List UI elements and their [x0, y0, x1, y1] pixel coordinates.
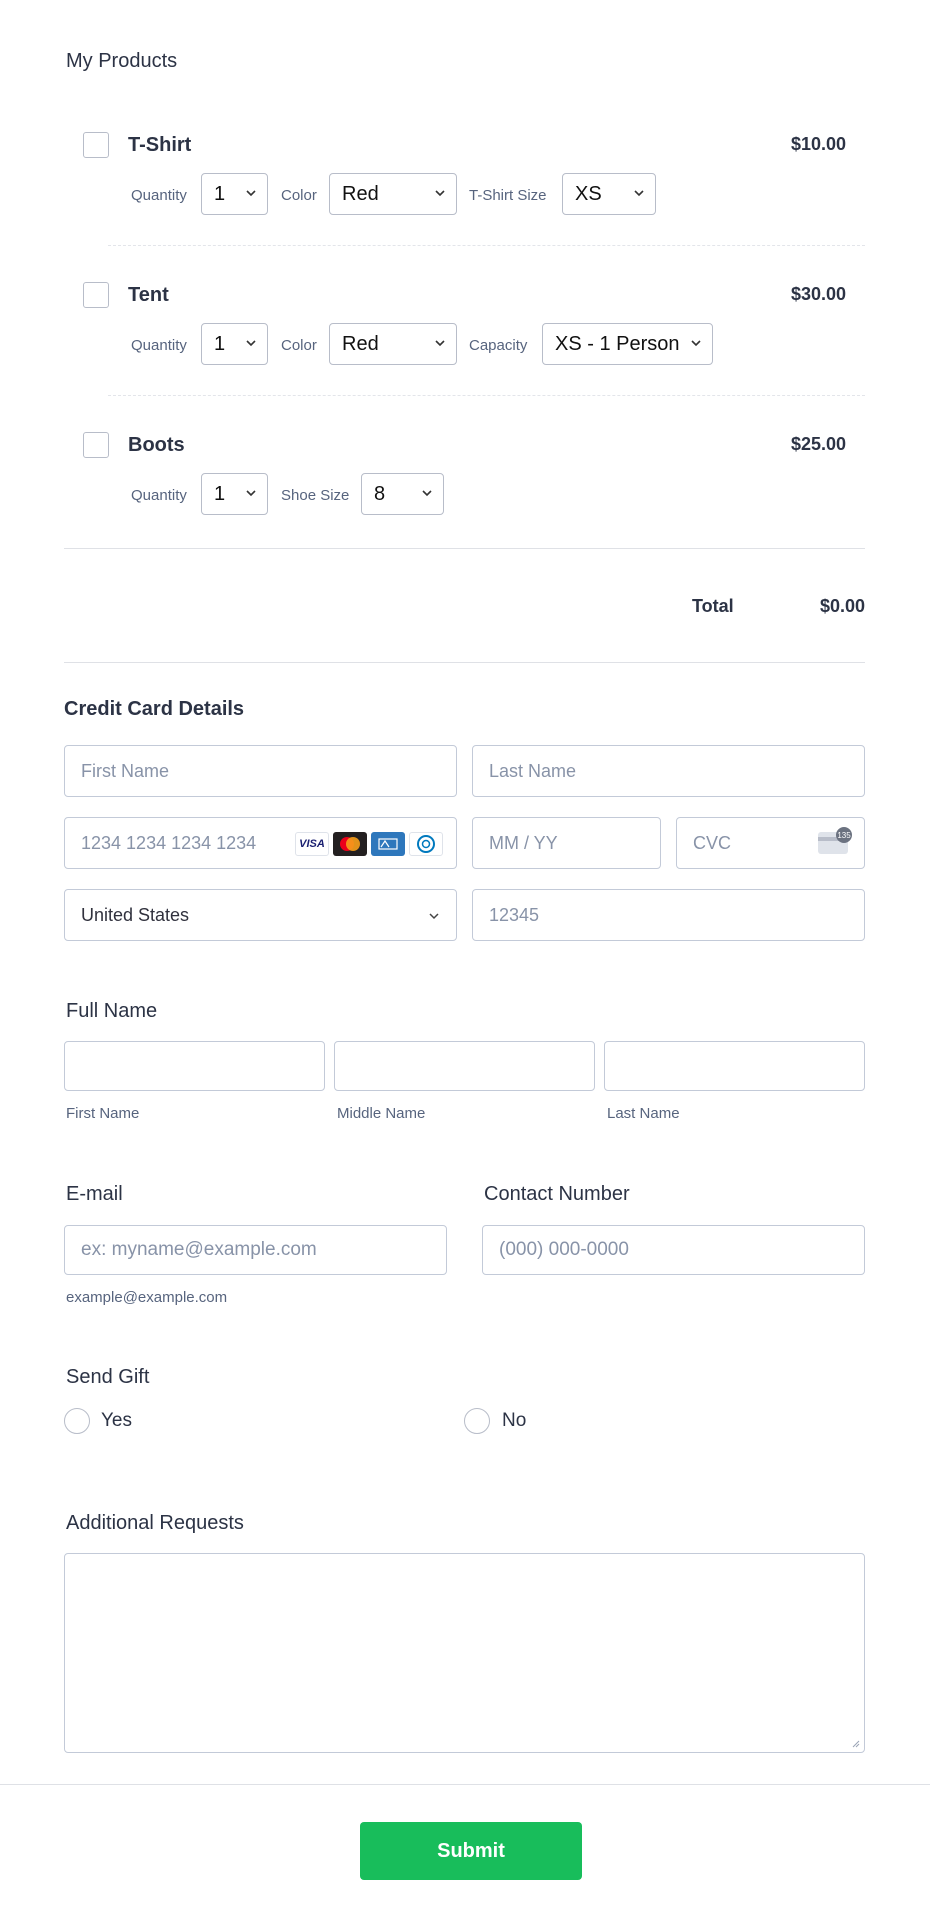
divider	[108, 395, 865, 396]
product-price-tent: $30.00	[790, 284, 846, 304]
divider	[64, 662, 865, 663]
send-gift-label: Send Gift	[66, 1366, 150, 1388]
expiry-input[interactable]: MM / YY	[472, 817, 661, 869]
product-checkbox-boots[interactable]	[83, 432, 109, 458]
radio-yes[interactable]	[64, 1408, 90, 1434]
chevron-down-icon	[435, 190, 445, 197]
additional-requests-textarea[interactable]	[64, 1553, 865, 1753]
footer-divider	[0, 1784, 930, 1785]
product-name-tent: Tent	[128, 284, 169, 306]
option-label: Color	[281, 337, 317, 354]
amex-icon	[371, 832, 405, 856]
select-value: Red	[342, 182, 379, 205]
radio-no[interactable]	[464, 1408, 490, 1434]
quantity-select[interactable]: 1	[201, 473, 268, 515]
product-price-boots: $25.00	[790, 434, 846, 454]
last-name-sublabel: Last Name	[607, 1105, 680, 1122]
total-label: Total	[692, 596, 734, 616]
product-checkbox-tent[interactable]	[83, 282, 109, 308]
select-value: XS	[575, 182, 602, 205]
select-value: 1	[214, 482, 226, 505]
placeholder: CVC	[693, 832, 732, 853]
divider	[108, 245, 865, 246]
chevron-down-icon	[246, 340, 256, 347]
chevron-down-icon	[435, 340, 445, 347]
full-name-label: Full Name	[66, 1000, 158, 1022]
select-value: 8	[374, 482, 386, 505]
option-label: Quantity	[131, 487, 187, 504]
option-label: Capacity	[469, 337, 528, 354]
divider	[64, 548, 865, 549]
placeholder: MM / YY	[489, 832, 558, 853]
quantity-select[interactable]: 1	[201, 323, 268, 365]
chevron-down-icon	[691, 340, 701, 347]
option-label: Quantity	[131, 187, 187, 204]
select-value: 1	[214, 332, 226, 355]
contact-number-label: Contact Number	[484, 1183, 630, 1205]
placeholder: (000) 000-0000	[499, 1239, 629, 1260]
color-select[interactable]: Red	[329, 173, 457, 215]
email-input[interactable]: ex: myname@example.com	[64, 1225, 447, 1275]
total-value: $0.00	[819, 596, 865, 616]
last-name-input[interactable]	[604, 1041, 865, 1091]
card-number-input[interactable]: 1234 1234 1234 1234 VISA	[64, 817, 457, 869]
option-label: Quantity	[131, 337, 187, 354]
radio-yes-label: Yes	[101, 1410, 132, 1431]
chevron-down-icon	[429, 913, 439, 920]
color-select[interactable]: Red	[329, 323, 457, 365]
tshirt-size-select[interactable]: XS	[562, 173, 656, 215]
cc-first-name-input[interactable]: First Name	[64, 745, 457, 797]
chevron-down-icon	[246, 490, 256, 497]
credit-card-title: Credit Card Details	[64, 698, 245, 720]
radio-no-label: No	[502, 1410, 527, 1431]
cc-last-name-input[interactable]: Last Name	[472, 745, 865, 797]
select-value: XS - 1 Person	[555, 332, 680, 355]
first-name-input[interactable]	[64, 1041, 325, 1091]
cvc-card-icon: 135	[818, 827, 852, 854]
placeholder: 12345	[489, 904, 540, 925]
product-price-tshirt: $10.00	[790, 134, 846, 154]
option-label: Color	[281, 187, 317, 204]
middle-name-sublabel: Middle Name	[337, 1105, 426, 1122]
select-value: Red	[342, 332, 379, 355]
placeholder: Last Name	[489, 760, 577, 781]
chevron-down-icon	[246, 190, 256, 197]
contact-number-input[interactable]: (000) 000-0000	[482, 1225, 865, 1275]
email-sublabel: example@example.com	[66, 1289, 228, 1306]
resize-handle-icon[interactable]	[850, 1738, 860, 1748]
option-label: T-Shirt Size	[469, 187, 547, 204]
country-select[interactable]: United States	[64, 889, 457, 941]
diners-icon	[409, 832, 443, 856]
cvc-input[interactable]: CVC 135	[676, 817, 865, 869]
chevron-down-icon	[422, 490, 432, 497]
products-title: My Products	[66, 50, 178, 72]
chevron-down-icon	[634, 190, 644, 197]
capacity-select[interactable]: XS - 1 Person	[542, 323, 713, 365]
middle-name-input[interactable]	[334, 1041, 595, 1091]
product-checkbox-tshirt[interactable]	[83, 132, 109, 158]
quantity-select[interactable]: 1	[201, 173, 268, 215]
placeholder: 1234 1234 1234 1234	[81, 832, 257, 853]
mastercard-icon	[333, 832, 367, 856]
shoe-size-select[interactable]: 8	[361, 473, 444, 515]
select-value: United States	[81, 904, 190, 925]
additional-requests-label: Additional Requests	[66, 1512, 244, 1534]
select-value: 1	[214, 182, 226, 205]
product-name-boots: Boots	[128, 434, 185, 456]
email-label: E-mail	[66, 1183, 123, 1205]
option-label: Shoe Size	[281, 487, 350, 504]
product-name-tshirt: T-Shirt	[128, 134, 192, 156]
submit-button[interactable]: Submit	[360, 1822, 582, 1880]
placeholder: First Name	[81, 760, 170, 781]
placeholder: ex: myname@example.com	[81, 1239, 317, 1260]
first-name-sublabel: First Name	[66, 1105, 140, 1122]
zip-input[interactable]: 12345	[472, 889, 865, 941]
visa-icon: VISA	[295, 832, 329, 856]
